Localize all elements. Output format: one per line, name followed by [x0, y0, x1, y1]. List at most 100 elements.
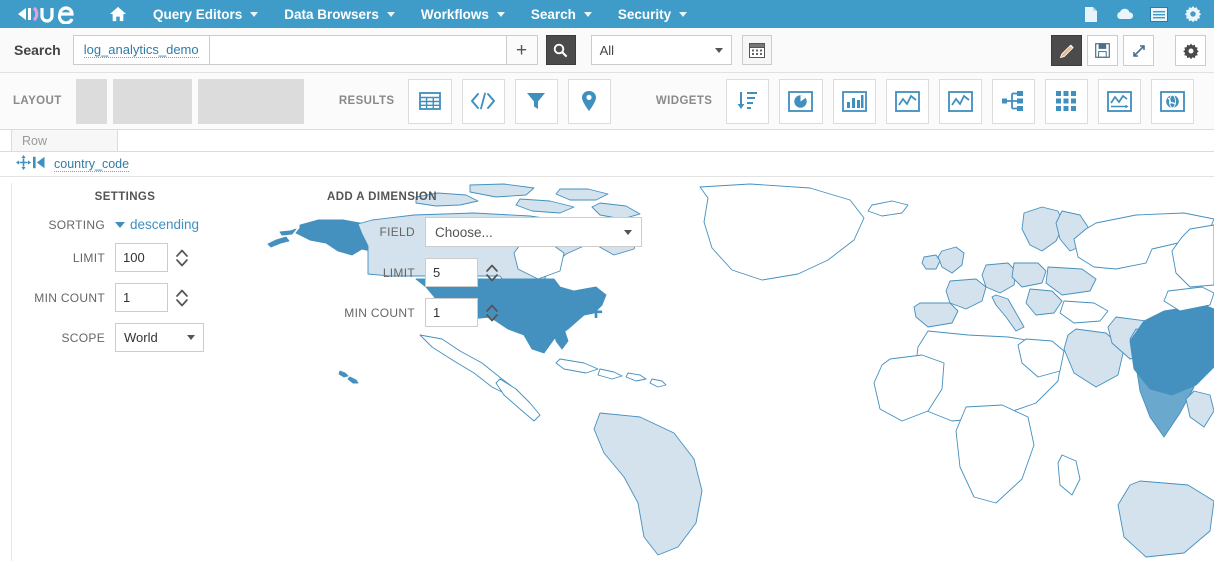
save-floppy-icon	[1095, 43, 1110, 58]
region-central-america	[495, 378, 541, 422]
timeline-chart-icon	[1106, 90, 1132, 112]
widget-sort-descending[interactable]	[726, 78, 770, 124]
add-query-button[interactable]: +	[505, 35, 538, 65]
map-marker-icon	[582, 91, 597, 111]
nav-workflows[interactable]: Workflows	[408, 0, 518, 28]
nav-data-browsers[interactable]: Data Browsers	[271, 0, 408, 28]
min-count-input[interactable]	[115, 283, 168, 312]
edit-mode-button[interactable]	[1051, 35, 1082, 66]
dimension-field-select[interactable]: Choose...	[425, 217, 642, 247]
tree-hierarchy-icon	[1002, 91, 1024, 111]
widget-grid-squares[interactable]	[1044, 78, 1088, 124]
result-widget-grid[interactable]	[408, 78, 452, 124]
widget-pie-chart[interactable]	[779, 78, 823, 124]
nav-documents-button[interactable]	[1074, 0, 1108, 28]
add-dimension-title: ADD A DIMENSION	[327, 191, 437, 203]
dimension-limit-label: LIMIT	[382, 265, 415, 280]
pie-chart-icon	[788, 90, 814, 112]
chevron-down-icon	[714, 47, 723, 53]
layout-preset-2[interactable]	[112, 78, 192, 124]
settings-panel-title: SETTINGS	[94, 191, 156, 203]
save-button[interactable]	[1087, 35, 1118, 66]
collection-chip[interactable]: log_analytics_demo	[72, 35, 209, 65]
nav-search[interactable]: Search	[518, 0, 605, 28]
dashboard-settings-button[interactable]	[1175, 35, 1206, 66]
dimension-min-count-input[interactable]	[425, 298, 478, 327]
dimension-min-count-stepper[interactable]	[485, 303, 499, 323]
nav-query-editors[interactable]: Query Editors	[140, 0, 271, 28]
region-hawaii	[338, 370, 359, 384]
editor-toolbar	[1051, 35, 1206, 66]
list-icon	[1150, 6, 1168, 22]
widget-line-chart-2[interactable]	[938, 78, 982, 124]
nav-query-editors-label: Query Editors	[153, 6, 243, 22]
scope-dropdown[interactable]: World	[115, 323, 204, 352]
dimension-field-name[interactable]: country_code	[54, 157, 130, 172]
search-input-group: log_analytics_demo +	[72, 35, 538, 65]
region-australia	[1117, 480, 1214, 558]
min-count-stepper[interactable]	[175, 288, 189, 308]
search-submit-button[interactable]	[545, 35, 576, 65]
widget-timeline[interactable]	[1097, 78, 1141, 124]
calendar-icon	[748, 43, 765, 58]
search-query-input[interactable]	[208, 35, 506, 65]
result-widget-filter[interactable]	[514, 78, 558, 124]
line-chart-icon	[894, 90, 920, 112]
layout-preset-3[interactable]	[197, 78, 304, 124]
region-cuba	[555, 358, 667, 388]
widget-tree[interactable]	[991, 78, 1035, 124]
expand-button[interactable]	[1123, 35, 1154, 66]
top-navbar: Query Editors Data Browsers Workflows Se…	[0, 0, 1214, 28]
date-picker-button[interactable]	[741, 35, 772, 65]
home-icon	[110, 6, 126, 22]
caret-down-icon	[115, 221, 125, 228]
scope-select[interactable]: All	[590, 35, 732, 65]
scope-row: SCOPE World	[0, 323, 320, 352]
add-dimension-button[interactable]: +	[589, 300, 603, 325]
sorting-select[interactable]: descending	[115, 217, 199, 232]
stepper-arrows-icon	[176, 289, 188, 306]
grid-squares-icon	[1056, 91, 1077, 111]
tab-row-label: Row	[22, 133, 48, 148]
dimension-min-count-label: MIN COUNT	[344, 305, 415, 320]
dimension-limit-stepper[interactable]	[485, 263, 499, 283]
limit-input[interactable]	[115, 243, 168, 272]
dimension-min-count-row: MIN COUNT +	[320, 298, 740, 327]
widget-globe-map[interactable]	[1150, 78, 1194, 124]
cloud-icon	[1117, 8, 1134, 19]
stepper-arrows-icon	[486, 264, 498, 281]
nav-security-label: Security	[617, 6, 672, 22]
result-widget-marker[interactable]	[567, 78, 611, 124]
chevron-down-icon	[496, 11, 505, 17]
nav-home[interactable]	[96, 0, 140, 28]
sorting-row: SORTING descending	[0, 217, 320, 232]
nav-security[interactable]: Security	[605, 0, 700, 28]
move-arrows-icon[interactable]	[16, 155, 31, 173]
layout-preset-1[interactable]	[75, 78, 107, 124]
edit-pencil-icon	[1059, 44, 1074, 58]
filter-funnel-icon	[527, 93, 546, 109]
nav-search-label: Search	[530, 6, 576, 22]
search-toolbar: Search log_analytics_demo + All	[0, 28, 1214, 73]
chevron-down-icon	[624, 229, 632, 235]
tab-row[interactable]: Row	[11, 129, 118, 151]
result-widget-code[interactable]	[461, 78, 505, 124]
navbar-right-icons	[1074, 0, 1210, 28]
chevron-down-icon	[679, 11, 688, 17]
dimension-limit-row: LIMIT	[320, 258, 740, 287]
nav-jobs-button[interactable]	[1142, 0, 1176, 28]
limit-stepper[interactable]	[175, 248, 189, 268]
widget-config-panels: SETTINGS SORTING descending LIMIT MIN CO…	[0, 177, 1214, 363]
step-backward-icon[interactable]	[33, 156, 45, 172]
nav-settings-button[interactable]	[1176, 0, 1210, 28]
widget-bar-chart[interactable]	[832, 78, 876, 124]
globe-map-icon	[1160, 90, 1185, 112]
nav-cloud-button[interactable]	[1108, 0, 1142, 28]
sorting-value: descending	[130, 217, 200, 232]
stepper-arrows-icon	[486, 304, 498, 321]
widget-line-chart[interactable]	[885, 78, 929, 124]
hue-logo[interactable]	[0, 0, 96, 28]
min-count-label: MIN COUNT	[34, 290, 105, 305]
dimension-limit-input[interactable]	[425, 258, 478, 287]
line-chart-icon	[947, 90, 973, 112]
